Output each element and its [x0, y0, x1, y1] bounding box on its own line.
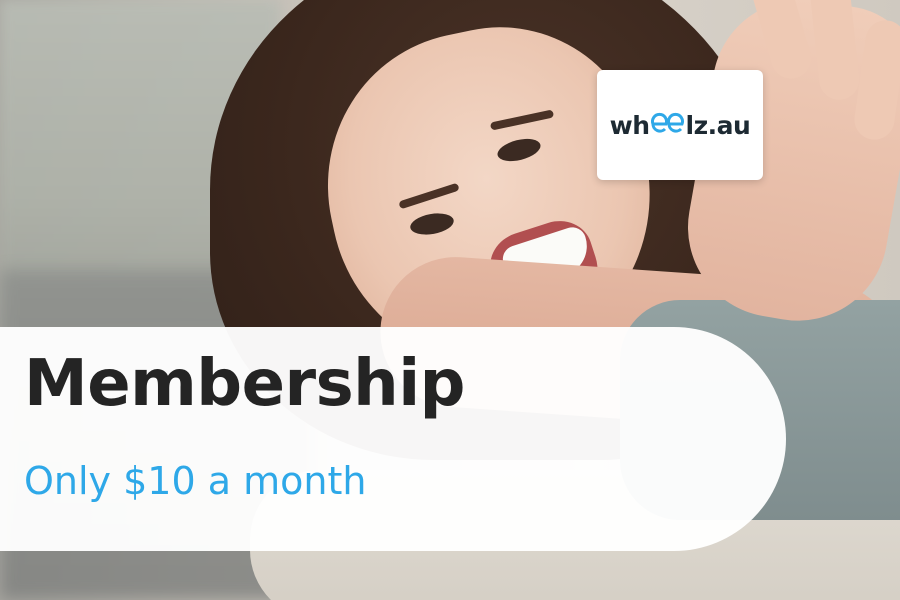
banner-title: Membership: [24, 347, 465, 421]
double-e-wheels-icon: [650, 112, 685, 134]
logo-text-suffix: lz.au: [685, 110, 751, 140]
banner-subtitle: Only $10 a month: [24, 459, 367, 503]
logo-text-prefix: wh: [609, 110, 650, 140]
wheelz-logo: wh lz.au: [610, 111, 751, 140]
hero-scene: wh lz.au Membership Only $10 a month: [0, 0, 900, 600]
membership-card: wh lz.au: [597, 70, 763, 180]
